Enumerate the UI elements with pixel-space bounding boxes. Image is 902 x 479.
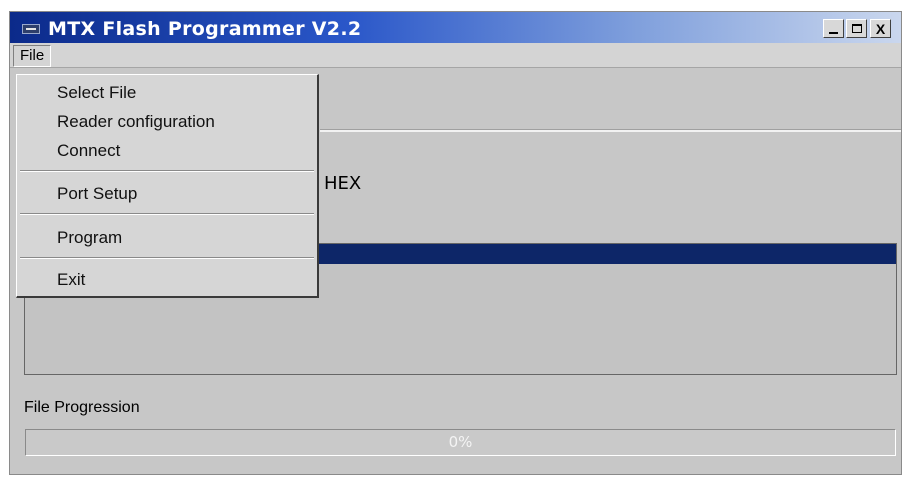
title-bar[interactable]: MTX Flash Programmer V2.2 X — [10, 12, 901, 43]
menu-item-exit[interactable]: Exit — [57, 270, 85, 290]
minimize-icon — [829, 32, 838, 34]
menu-item-reader-configuration[interactable]: Reader configuration — [57, 112, 215, 132]
menu-bar: File — [10, 43, 901, 68]
menu-item-port-setup[interactable]: Port Setup — [57, 184, 137, 204]
menu-separator — [20, 257, 314, 259]
menu-item-select-file[interactable]: Select File — [57, 83, 136, 103]
progress-label: File Progression — [24, 399, 140, 416]
maximize-icon — [851, 24, 862, 33]
menu-file[interactable]: File — [13, 45, 52, 67]
menu-item-connect[interactable]: Connect — [57, 141, 120, 161]
file-dropdown-menu: Select File Reader configuration Connect… — [16, 74, 319, 298]
close-button[interactable]: X — [870, 19, 891, 38]
file-type-label: HEX — [324, 173, 362, 194]
menu-item-program[interactable]: Program — [57, 228, 122, 248]
progress-bar: 0% — [25, 429, 896, 456]
minimize-button[interactable] — [823, 19, 844, 38]
menu-separator — [20, 170, 314, 172]
menu-separator — [20, 213, 314, 215]
maximize-button[interactable] — [846, 19, 867, 38]
window-title: MTX Flash Programmer V2.2 — [48, 18, 362, 40]
app-icon[interactable] — [22, 24, 40, 34]
close-icon: X — [875, 20, 886, 37]
progress-text: 0% — [448, 433, 473, 451]
divider — [320, 129, 901, 132]
